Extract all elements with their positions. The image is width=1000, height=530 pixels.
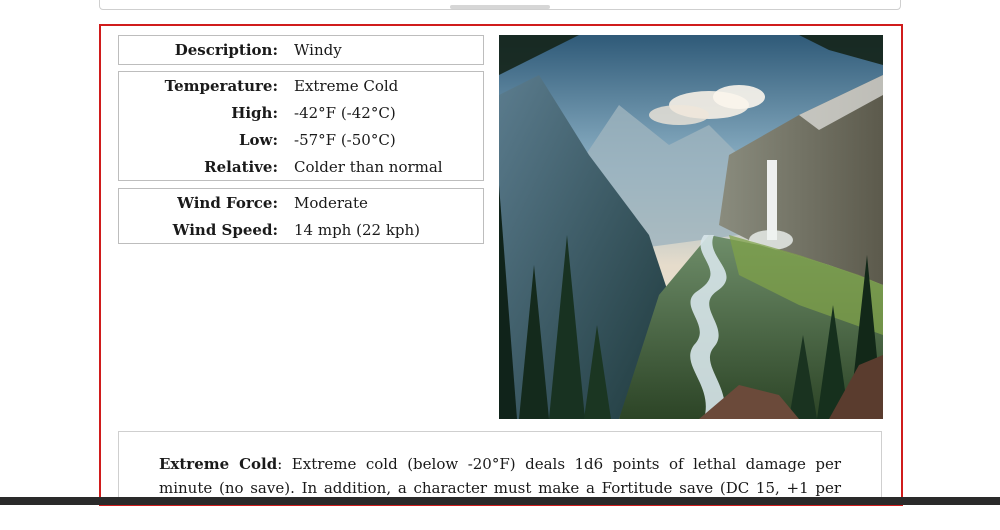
temperature-box: Temperature: Extreme Cold High: -42°F (-… (118, 71, 484, 181)
wind-speed-label: Wind Speed: (172, 220, 278, 239)
effect-description-box: Extreme Cold: Extreme cold (below -20°F)… (118, 431, 882, 504)
previous-panel-frame (99, 0, 901, 10)
effect-term: Extreme Cold (159, 455, 278, 473)
low-label: Low: (238, 130, 278, 149)
description-box: Description: Windy (118, 35, 484, 65)
low-value: -57°F (-50°C) (294, 130, 396, 149)
high-value: -42°F (-42°C) (294, 103, 396, 122)
temperature-label: Temperature: (164, 76, 278, 95)
landscape-image (499, 35, 883, 419)
wind-force-label: Wind Force: (177, 193, 278, 212)
wind-force-value: Moderate (294, 193, 368, 212)
wind-force-row: Wind Force: Moderate (119, 189, 483, 216)
wind-box: Wind Force: Moderate Wind Speed: 14 mph … (118, 188, 484, 244)
temperature-value: Extreme Cold (294, 76, 399, 95)
relative-row: Relative: Colder than normal (119, 153, 483, 180)
wind-speed-value: 14 mph (22 kph) (294, 220, 421, 239)
wind-speed-row: Wind Speed: 14 mph (22 kph) (119, 216, 483, 243)
bottom-toolbar (0, 497, 1000, 505)
relative-label: Relative: (204, 157, 278, 176)
temperature-row: Temperature: Extreme Cold (119, 72, 483, 99)
description-value: Windy (294, 40, 342, 59)
description-label: Description: (174, 40, 278, 59)
scroll-handle[interactable] (450, 5, 550, 9)
high-label: High: (231, 103, 278, 122)
low-row: Low: -57°F (-50°C) (119, 126, 483, 153)
weather-panel: Description: Windy Temperature: Extreme … (99, 24, 903, 506)
relative-value: Colder than normal (294, 157, 443, 176)
description-row: Description: Windy (119, 36, 483, 63)
high-row: High: -42°F (-42°C) (119, 99, 483, 126)
